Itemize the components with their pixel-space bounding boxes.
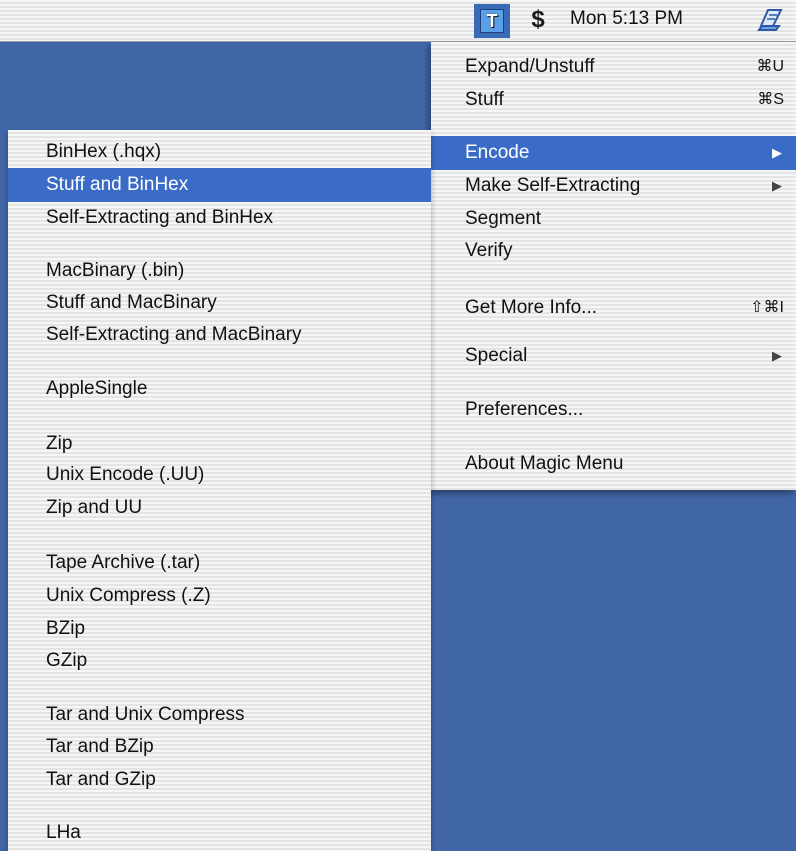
submenu-item-unix-encode[interactable]: Unix Encode (.UU) bbox=[8, 458, 431, 492]
shortcut-label: ⌘U bbox=[756, 58, 784, 75]
submenu-item-tape-archive[interactable]: Tape Archive (.tar) bbox=[8, 546, 431, 580]
menu-item-get-more-info[interactable]: Get More Info... ⇧⌘I bbox=[431, 291, 796, 325]
submenu-item-tar-and-bzip[interactable]: Tar and BZip bbox=[8, 730, 431, 764]
shortcut-label: ⇧⌘I bbox=[750, 299, 784, 316]
submenu-item-unix-compress[interactable]: Unix Compress (.Z) bbox=[8, 579, 431, 613]
submenu-item-bzip[interactable]: BZip bbox=[8, 612, 431, 646]
menu-item-segment[interactable]: Segment bbox=[431, 202, 796, 236]
stuffit-menu-icon[interactable]: T bbox=[474, 4, 510, 38]
magic-menu: Expand/Unstuff ⌘U Stuff ⌘S Encode ▶ Make… bbox=[431, 42, 796, 490]
menu-item-make-self-extracting[interactable]: Make Self-Extracting ▶ bbox=[431, 169, 796, 203]
submenu-item-macbinary[interactable]: MacBinary (.bin) bbox=[8, 254, 431, 288]
submenu-item-self-extracting-and-macbinary[interactable]: Self-Extracting and MacBinary bbox=[8, 318, 431, 352]
menu-item-label: Stuff bbox=[465, 89, 504, 110]
menu-item-about-magic-menu[interactable]: About Magic Menu bbox=[431, 447, 796, 481]
menu-item-label: Get More Info... bbox=[465, 297, 597, 318]
menu-item-label: Preferences... bbox=[465, 399, 584, 420]
submenu-item-stuff-and-binhex[interactable]: Stuff and BinHex bbox=[8, 168, 431, 202]
menu-item-label: Make Self-Extracting bbox=[465, 175, 641, 196]
submenu-arrow-icon: ▶ bbox=[772, 178, 782, 193]
menu-item-label: Verify bbox=[465, 240, 513, 261]
submenu-item-self-extracting-and-binhex[interactable]: Self-Extracting and BinHex bbox=[8, 201, 431, 235]
menu-item-label: Encode bbox=[465, 142, 530, 163]
menubar-clock[interactable]: Mon 5:13 PM bbox=[570, 8, 683, 30]
submenu-arrow-icon: ▶ bbox=[772, 145, 782, 160]
menu-item-stuff[interactable]: Stuff ⌘S bbox=[431, 83, 796, 117]
submenu-item-tar-and-gzip[interactable]: Tar and GZip bbox=[8, 763, 431, 797]
menu-bar: T $ Mon 5:13 PM bbox=[0, 0, 796, 42]
menu-item-verify[interactable]: Verify bbox=[431, 234, 796, 268]
encode-submenu: BinHex (.hqx) Stuff and BinHex Self-Extr… bbox=[8, 130, 431, 851]
submenu-item-zip[interactable]: Zip bbox=[8, 427, 431, 461]
shortcut-label: ⌘S bbox=[757, 91, 784, 108]
menu-item-expand-unstuff[interactable]: Expand/Unstuff ⌘U bbox=[431, 50, 796, 84]
t-letter-icon: T bbox=[480, 9, 504, 33]
menu-item-label: Segment bbox=[465, 208, 542, 229]
submenu-item-tar-and-unix-compress[interactable]: Tar and Unix Compress bbox=[8, 698, 431, 732]
menu-item-preferences[interactable]: Preferences... bbox=[431, 393, 796, 427]
menu-item-special[interactable]: Special ▶ bbox=[431, 339, 796, 373]
submenu-arrow-icon: ▶ bbox=[772, 348, 782, 363]
submenu-item-gzip[interactable]: GZip bbox=[8, 644, 431, 678]
submenu-item-binhex[interactable]: BinHex (.hqx) bbox=[8, 135, 431, 169]
menu-item-label: About Magic Menu bbox=[465, 453, 624, 474]
submenu-item-lha[interactable]: LHa bbox=[8, 816, 431, 850]
submenu-item-zip-and-uu[interactable]: Zip and UU bbox=[8, 491, 431, 525]
menu-item-encode[interactable]: Encode ▶ bbox=[431, 136, 796, 170]
dollar-icon[interactable]: $ bbox=[526, 5, 550, 35]
submenu-item-stuff-and-macbinary[interactable]: Stuff and MacBinary bbox=[8, 286, 431, 320]
submenu-item-applesingle[interactable]: AppleSingle bbox=[8, 372, 431, 406]
menu-item-label: Special bbox=[465, 345, 528, 366]
script-menu-icon[interactable] bbox=[754, 5, 786, 35]
menu-item-label: Expand/Unstuff bbox=[465, 56, 595, 77]
